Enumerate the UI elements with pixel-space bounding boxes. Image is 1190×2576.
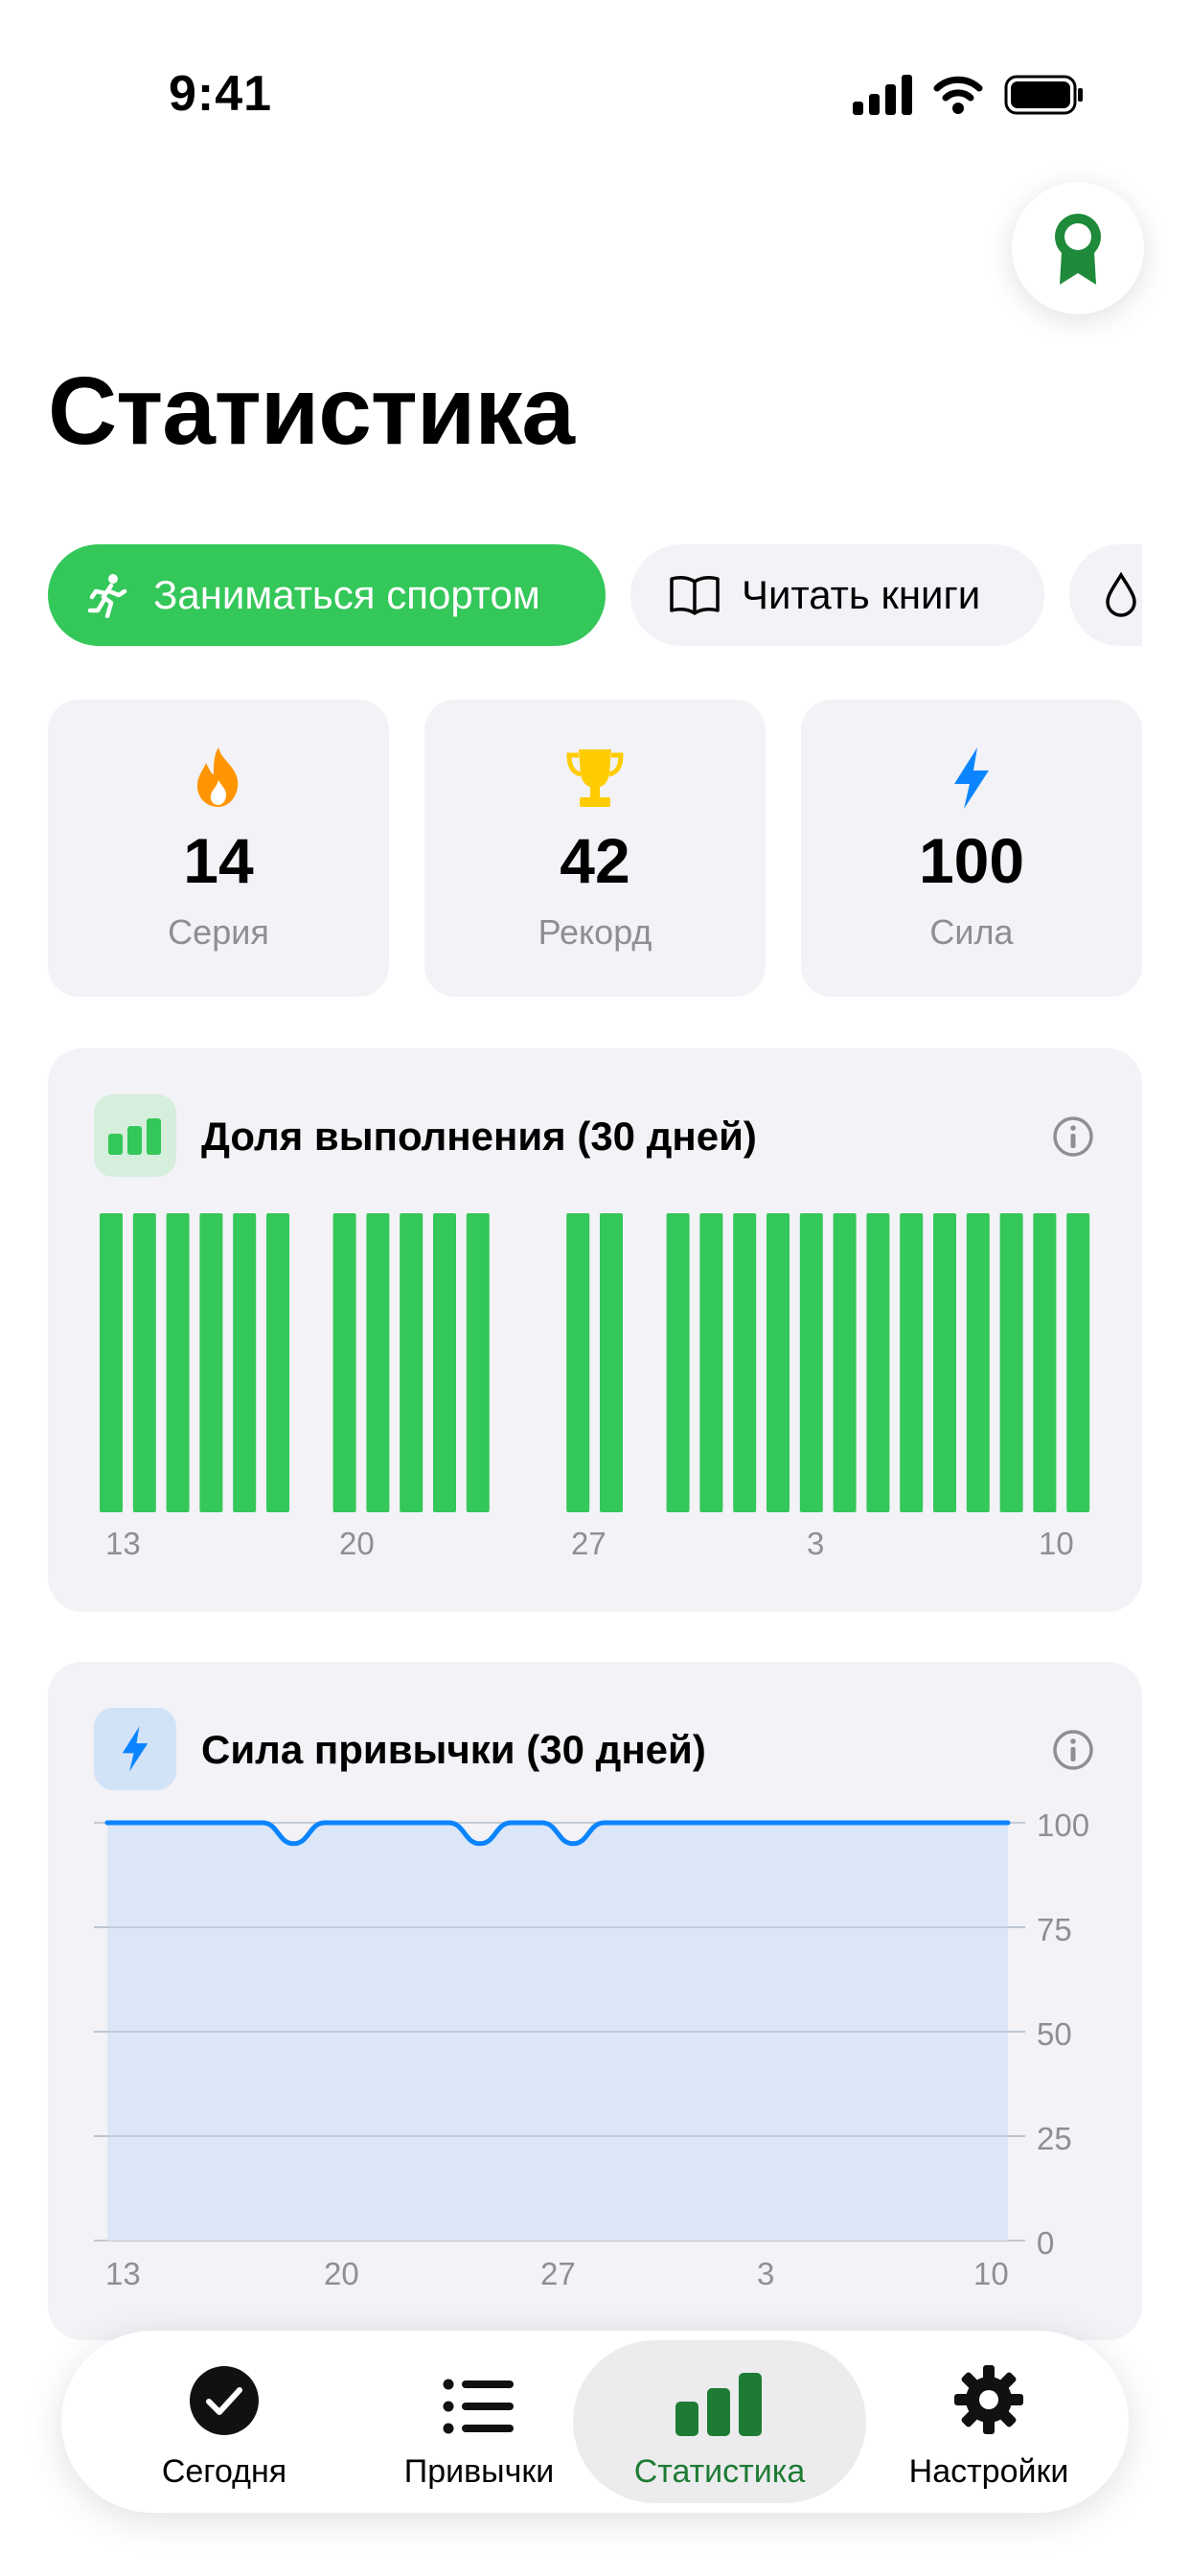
- tab-today[interactable]: Сегодня: [119, 2340, 330, 2503]
- list-icon: [443, 2379, 514, 2434]
- x-tick-label: 13: [105, 2256, 141, 2291]
- completion-bar: [933, 1213, 956, 1512]
- stat-value: 42: [560, 825, 630, 896]
- flame-icon: [196, 748, 239, 807]
- y-tick-label: 50: [1037, 2016, 1072, 2052]
- strength-chart-card: Сила привычки (30 дней) 100 75 50 25 0 1…: [48, 1662, 1142, 2340]
- completion-bar: [733, 1213, 757, 1512]
- completion-bar: [332, 1213, 356, 1512]
- figure-run-icon: [87, 574, 127, 618]
- completion-bar: [833, 1213, 857, 1512]
- habit-chip-label: Заниматься спортом: [153, 572, 540, 617]
- strength-area-chart: [94, 1820, 1025, 2242]
- completion-bar: [866, 1213, 890, 1512]
- y-tick-label: 75: [1037, 1912, 1072, 1947]
- completion-bar: [233, 1213, 257, 1512]
- tab-label: Привычки: [403, 2453, 555, 2490]
- completion-bar: [400, 1213, 423, 1512]
- completion-bar: [166, 1213, 190, 1512]
- tab-statistics[interactable]: Статистика: [573, 2340, 866, 2503]
- x-tick-label: 3: [807, 1526, 825, 1561]
- checkmark-circle-icon: [190, 2366, 259, 2435]
- habit-chip-label: Читать книги: [742, 572, 981, 617]
- completion-bar: [100, 1213, 123, 1512]
- habit-chip-books[interactable]: Читать книги: [630, 544, 1044, 646]
- status-time: 9:41: [169, 66, 273, 122]
- y-tick-label: 25: [1037, 2121, 1072, 2156]
- gear-icon: [954, 2365, 1023, 2434]
- tab-settings[interactable]: Настройки: [876, 2340, 1102, 2503]
- page-title: Статистика: [48, 357, 575, 465]
- tab-label: Сегодня: [161, 2453, 287, 2490]
- completion-bar: [466, 1213, 490, 1512]
- stat-label: Рекорд: [538, 912, 652, 952]
- completion-bar: [1066, 1213, 1090, 1512]
- x-tick-label: 27: [571, 1526, 606, 1561]
- trophy-icon: [566, 749, 624, 807]
- stat-label: Сила: [929, 912, 1014, 952]
- bolt-icon: [954, 748, 989, 809]
- stat-card-strength: 100 Сила: [801, 700, 1142, 997]
- completion-bar: [966, 1213, 990, 1512]
- completion-bar: [199, 1213, 223, 1512]
- completion-bar: [266, 1213, 289, 1512]
- tab-label: Настройки: [908, 2453, 1069, 2490]
- y-tick-label: 100: [1037, 1807, 1090, 1843]
- stat-label: Серия: [168, 912, 269, 952]
- stat-value: 100: [918, 825, 1025, 896]
- completion-chart-card: Доля выполнения (30 дней) 13 20 27 3 10: [48, 1048, 1142, 1612]
- x-tick-label: 3: [757, 2256, 775, 2291]
- completion-bar: [767, 1213, 790, 1512]
- award-ribbon-icon: [1055, 214, 1101, 285]
- drop-icon: [1106, 572, 1136, 617]
- completion-bar: [132, 1213, 156, 1512]
- x-tick-label: 20: [339, 1526, 375, 1561]
- completion-bar: [799, 1213, 823, 1512]
- battery-icon: [1004, 75, 1083, 115]
- tab-habits[interactable]: Привычки: [374, 2340, 584, 2503]
- completion-bar: [900, 1213, 924, 1512]
- x-tick-label: 10: [1039, 1526, 1074, 1561]
- completion-bar: [699, 1213, 723, 1512]
- habit-chip-sport[interactable]: Заниматься спортом: [48, 544, 606, 646]
- completion-bar: [366, 1213, 390, 1512]
- tab-bar: Сегодня Привычки Статистика Настройки: [61, 2331, 1129, 2513]
- wifi-icon: [933, 76, 983, 114]
- stat-card-record: 42 Рекорд: [424, 700, 766, 997]
- achievements-button[interactable]: [1012, 182, 1144, 314]
- x-tick-label: 27: [540, 2256, 576, 2291]
- chart-bar-icon: [675, 2373, 762, 2436]
- book-icon: [670, 576, 720, 615]
- cellular-signal-icon: [853, 75, 912, 115]
- tab-label: Статистика: [633, 2453, 806, 2490]
- completion-bar: [433, 1213, 456, 1512]
- completion-bar: [600, 1213, 623, 1512]
- completion-bar: [1033, 1213, 1057, 1512]
- completion-bar: [999, 1213, 1023, 1512]
- x-tick-label: 20: [324, 2256, 359, 2291]
- habit-chip-row: Заниматься спортом Читать книги: [48, 544, 1142, 646]
- x-tick-label: 13: [105, 1526, 141, 1561]
- stat-value: 14: [183, 825, 254, 896]
- y-tick-label: 0: [1037, 2225, 1055, 2261]
- stat-card-streak: 14 Серия: [48, 700, 389, 997]
- completion-bar: [566, 1213, 590, 1512]
- x-tick-label: 10: [973, 2256, 1009, 2291]
- habit-chip-water[interactable]: [1069, 544, 1142, 646]
- completion-bar: [666, 1213, 690, 1512]
